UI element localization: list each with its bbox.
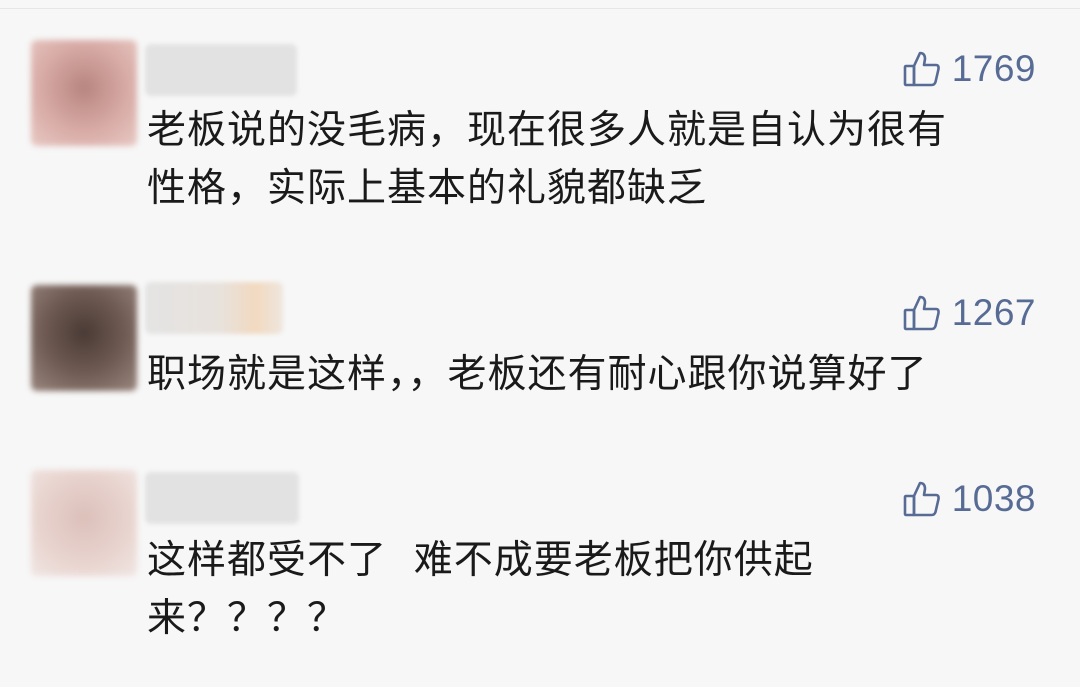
avatar[interactable] bbox=[31, 470, 137, 576]
comment-text-line: 来？？？？ bbox=[147, 596, 348, 641]
like-button[interactable]: 1038 bbox=[902, 478, 1036, 520]
avatar[interactable] bbox=[31, 40, 137, 146]
comment-list: 1769 老板说的没毛病，现在很多人就是自认为很有 性格，实际上基本的礼貌都缺乏… bbox=[0, 0, 1080, 687]
like-count: 1267 bbox=[951, 292, 1036, 333]
comment-text-line: 性格，实际上基本的礼貌都缺乏 bbox=[147, 166, 708, 211]
like-button[interactable]: 1267 bbox=[902, 292, 1036, 334]
comment-text-line: 这样都受不了 难不成要老板把你供起 bbox=[147, 538, 814, 583]
comment-text-line: 老板说的没毛病，现在很多人就是自认为很有 bbox=[147, 108, 948, 153]
username-blurred[interactable] bbox=[145, 44, 297, 96]
like-count: 1038 bbox=[951, 478, 1036, 519]
divider bbox=[0, 8, 1080, 9]
avatar[interactable] bbox=[31, 285, 137, 391]
like-button[interactable]: 1769 bbox=[902, 48, 1036, 90]
thumbs-up-icon bbox=[903, 295, 940, 331]
username-blurred[interactable] bbox=[145, 472, 299, 524]
like-count: 1769 bbox=[951, 48, 1036, 89]
username-blurred[interactable] bbox=[145, 282, 283, 334]
thumbs-up-icon bbox=[903, 51, 940, 87]
comment-text-line: 职场就是这样，，老板还有耐心跟你说算好了 bbox=[147, 352, 928, 397]
thumbs-up-icon bbox=[903, 481, 940, 517]
